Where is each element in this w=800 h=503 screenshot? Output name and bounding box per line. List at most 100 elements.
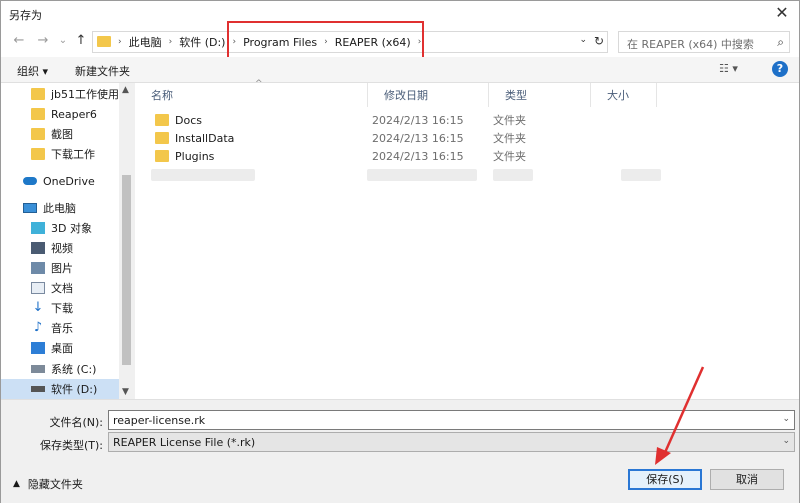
folder-icon [155, 132, 169, 144]
chevron-down-icon[interactable]: ⌄ [782, 436, 790, 446]
folder-icon [31, 148, 45, 160]
blur-mask [151, 169, 255, 181]
3d-objects-icon [31, 222, 45, 234]
folder-icon [155, 150, 169, 162]
file-type: 文件夹 [493, 114, 526, 127]
sidebar-item-label: 下载工作 [51, 148, 95, 161]
sidebar-scrollbar[interactable]: ▲ ▼ [119, 83, 134, 399]
folder-icon [31, 88, 45, 100]
save-type-select[interactable]: REAPER License File (*.rk) ⌄ [108, 432, 795, 452]
blur-mask [621, 169, 661, 181]
save-form: 文件名(N): reaper-license.rk ⌄ 保存类型(T): REA… [1, 399, 799, 503]
sidebar-item-this-pc[interactable]: 此电脑 [1, 198, 119, 218]
up-arrow-icon[interactable]: ↑ [73, 33, 89, 49]
file-list: 名称 ^ 修改日期 类型 大小 Docs 2024/2/13 16:15 文件夹… [135, 79, 799, 399]
column-type-label: 类型 [505, 89, 527, 102]
breadcrumb-this-pc[interactable]: 此电脑 [125, 34, 166, 50]
new-folder-button[interactable]: 新建文件夹 [75, 63, 130, 79]
search-input[interactable]: 在 REAPER (x64) 中搜索 ⌕ [618, 31, 790, 53]
navigation-pane: jb51工作使用 Reaper6 截图 下载工作 OneDrive 此电脑 3D… [1, 83, 134, 399]
drive-icon [31, 386, 45, 392]
chevron-right-icon[interactable]: › [166, 37, 176, 47]
folder-icon [31, 108, 45, 120]
sidebar-item-screenshots[interactable]: 截图 [1, 124, 119, 144]
file-modified: 2024/2/13 16:15 [372, 113, 464, 127]
annotation-highlight-box [227, 21, 424, 61]
sidebar-item-videos[interactable]: 视频 [1, 238, 119, 258]
toolbar: 组织 ▾ 新建文件夹 ☷ ▾ ? [1, 57, 799, 83]
table-row[interactable]: InstallData 2024/2/13 16:15 文件夹 [135, 129, 655, 147]
desktop-icon [31, 342, 45, 354]
blur-mask [493, 169, 533, 181]
sidebar-item-download-work[interactable]: 下载工作 [1, 144, 119, 164]
back-arrow-icon[interactable]: ← [11, 33, 27, 49]
chevron-right-icon[interactable]: › [115, 37, 125, 47]
column-size-label: 大小 [607, 89, 629, 102]
organize-button[interactable]: 组织 ▾ [17, 63, 48, 79]
chevron-down-icon[interactable]: ⌄ [579, 35, 587, 45]
blurred-row [151, 169, 661, 181]
pictures-icon [31, 262, 45, 274]
sidebar-item-label: jb51工作使用 [50, 88, 119, 101]
cloud-icon [23, 177, 37, 185]
folder-icon [97, 36, 111, 47]
help-icon[interactable]: ? [772, 61, 788, 77]
sidebar-item-music[interactable]: ♪ 音乐 [1, 318, 119, 338]
filename-field[interactable]: reaper-license.rk ⌄ [108, 410, 795, 430]
filename-label: 文件名(N): [49, 416, 103, 429]
sidebar-item-onedrive[interactable]: OneDrive [1, 171, 119, 191]
documents-icon [31, 282, 45, 294]
system-drive-icon [31, 365, 45, 373]
column-header-modified[interactable]: 修改日期 [368, 83, 489, 107]
column-modified-label: 修改日期 [384, 89, 428, 102]
file-modified: 2024/2/13 16:15 [372, 149, 464, 163]
sidebar-item-reaper6[interactable]: Reaper6 [1, 104, 119, 124]
sidebar-item-jb51[interactable]: jb51工作使用 [1, 84, 119, 104]
sidebar-item-label: 音乐 [51, 322, 73, 335]
sidebar-item-label: 文档 [51, 282, 73, 295]
column-header-type[interactable]: 类型 [489, 83, 591, 107]
forward-arrow-icon[interactable]: → [35, 33, 51, 49]
sidebar-item-label: OneDrive [43, 174, 95, 188]
breadcrumb-drive-d[interactable]: 软件 (D:) [175, 34, 229, 50]
sidebar-item-label: 视频 [51, 242, 73, 255]
sidebar-item-drive-d[interactable]: 软件 (D:) [1, 379, 119, 399]
save-type-label: 保存类型(T): [39, 439, 103, 452]
sidebar-item-downloads[interactable]: ↓ 下载 [1, 298, 119, 318]
scroll-up-icon[interactable]: ▲ [122, 85, 129, 95]
view-options-icon[interactable]: ☷ ▾ [719, 62, 738, 75]
save-as-dialog: 另存为 ✕ ← → ⌄ ↑ › 此电脑 › 软件 (D:) › Program … [0, 0, 800, 503]
download-icon: ↓ [32, 300, 44, 315]
sidebar-item-desktop[interactable]: 桌面 [1, 338, 119, 358]
sidebar-item-pictures[interactable]: 图片 [1, 258, 119, 278]
sidebar-item-3d-objects[interactable]: 3D 对象 [1, 218, 119, 238]
table-row[interactable]: Plugins 2024/2/13 16:15 文件夹 [135, 147, 655, 165]
scrollbar-thumb[interactable] [122, 175, 131, 365]
hide-folders-toggle[interactable]: ▲ 隐藏文件夹 [13, 476, 83, 492]
sidebar-item-label: 桌面 [51, 342, 73, 355]
column-header-name[interactable]: 名称 ^ [135, 79, 368, 107]
sidebar-item-documents[interactable]: 文档 [1, 278, 119, 298]
chevron-down-icon[interactable]: ⌄ [782, 414, 790, 424]
sidebar-item-label: 系统 (C:) [51, 363, 97, 376]
sidebar-item-drive-c[interactable]: 系统 (C:) [1, 359, 119, 379]
file-name: Plugins [175, 149, 215, 163]
search-placeholder: 在 REAPER (x64) 中搜索 [627, 38, 754, 51]
chevron-up-icon: ▲ [13, 479, 20, 489]
refresh-icon[interactable]: ↻ [594, 34, 604, 48]
column-header-size[interactable]: 大小 [591, 83, 657, 107]
folder-icon [31, 128, 45, 140]
close-icon[interactable]: ✕ [773, 4, 791, 22]
cancel-button[interactable]: 取消 [710, 469, 784, 490]
file-name: Docs [175, 113, 202, 127]
scroll-down-icon[interactable]: ▼ [122, 387, 129, 397]
sidebar-item-label: 下载 [51, 302, 73, 315]
sidebar-item-label: 此电脑 [43, 202, 76, 215]
file-name: InstallData [175, 131, 235, 145]
table-row[interactable]: Docs 2024/2/13 16:15 文件夹 [135, 111, 655, 129]
search-icon[interactable]: ⌕ [777, 35, 784, 50]
sort-ascending-icon: ^ [255, 79, 263, 89]
sidebar-item-label: 3D 对象 [51, 222, 92, 235]
recent-locations-icon[interactable]: ⌄ [55, 33, 71, 49]
save-button[interactable]: 保存(S) [628, 469, 702, 490]
